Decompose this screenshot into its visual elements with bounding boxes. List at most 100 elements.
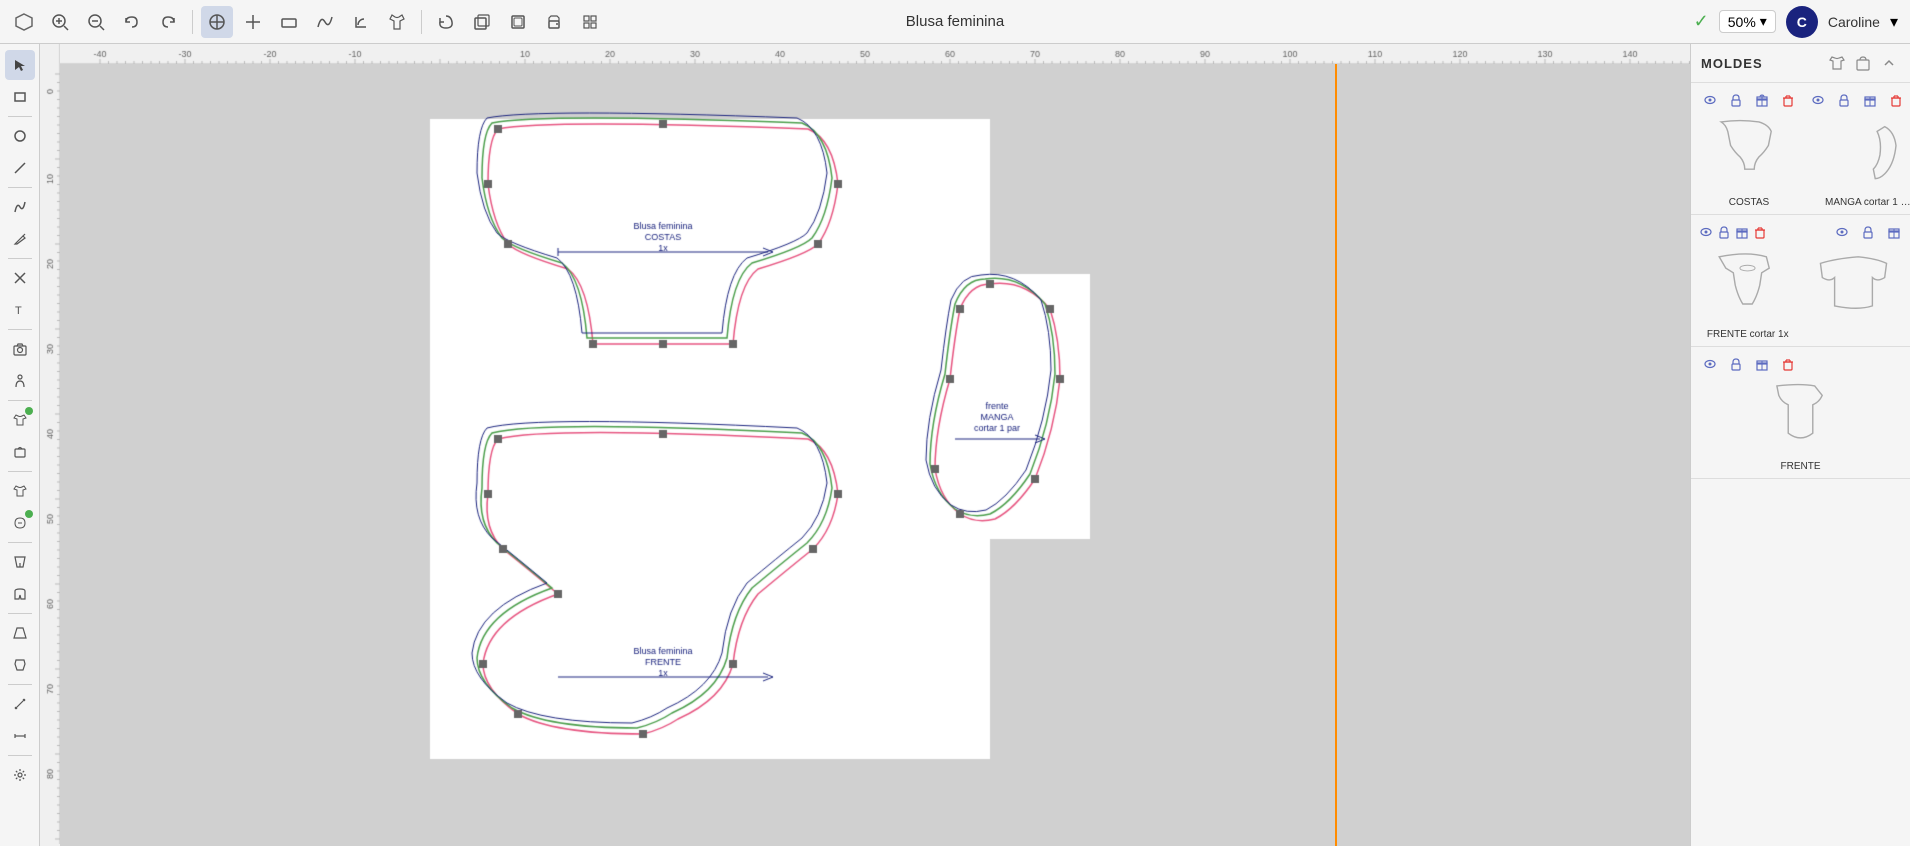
costas-lock-btn[interactable] [1725, 89, 1747, 111]
separator [8, 116, 32, 117]
print-button[interactable] [538, 6, 570, 38]
separator [8, 400, 32, 401]
shirt-overlay-button[interactable] [381, 6, 413, 38]
frente1-eye-btn[interactable] [1699, 221, 1713, 243]
manga-trash-btn[interactable] [1885, 89, 1907, 111]
add-point-button[interactable] [237, 6, 269, 38]
select-move-button[interactable] [201, 6, 233, 38]
manga-lock-btn[interactable] [1833, 89, 1855, 111]
mold-item-manga: T MANGA cortar 1 par [1807, 89, 1910, 208]
green-indicator2 [25, 510, 33, 518]
costas-label: COSTAS [1729, 197, 1769, 208]
header-right: ✓ 50% ▾ C Caroline ▾ [1694, 6, 1898, 38]
costas-gift-btn[interactable] [1751, 89, 1773, 111]
pointer-tool[interactable] [5, 50, 35, 80]
line-tool[interactable] [5, 153, 35, 183]
frente1b-eye-btn[interactable] [1831, 221, 1853, 243]
frente1-icons-row [1699, 221, 1902, 243]
frente2-trash-btn[interactable] [1777, 353, 1799, 375]
manga-preview-svg [1828, 115, 1910, 195]
pants1-tool[interactable] [5, 547, 35, 577]
user-avatar: C [1786, 6, 1818, 38]
pants2-tool[interactable] [5, 579, 35, 609]
right-panel: MOLDES [1690, 44, 1910, 846]
separator [8, 471, 32, 472]
main-drawing-canvas[interactable] [60, 64, 1690, 846]
separator [8, 258, 32, 259]
panel-header-icons [1826, 52, 1900, 74]
frente2-gift-btn[interactable] [1751, 353, 1773, 375]
manga-eye-btn[interactable] [1807, 89, 1829, 111]
frente1-lock-btn[interactable] [1717, 221, 1731, 243]
shirt-tool[interactable] [5, 476, 35, 506]
rotate-button[interactable] [430, 6, 462, 38]
mold-section-3: FRENTE [1691, 347, 1910, 479]
curve-draw-tool[interactable] [5, 192, 35, 222]
panel-header: MOLDES [1691, 44, 1910, 83]
frente1b-lock-btn[interactable] [1857, 221, 1879, 243]
zoom-out-button[interactable] [80, 6, 112, 38]
mold-item-frente1b [1805, 247, 1903, 329]
separator [8, 684, 32, 685]
green-indicator [25, 407, 33, 415]
frente2-eye-btn[interactable] [1699, 353, 1721, 375]
manga-label: MANGA cortar 1 par [1825, 197, 1910, 208]
mold-item-frente2: FRENTE [1699, 379, 1902, 472]
zoom-check-icon: ✓ [1694, 11, 1709, 32]
costas-icons-row [1699, 89, 1799, 111]
mold-item-frente1: FRENTE cortar 1x [1699, 247, 1797, 340]
circle-tool[interactable] [5, 121, 35, 151]
undo-button[interactable] [116, 6, 148, 38]
panel-collapse-icon[interactable] [1878, 52, 1900, 74]
cloth1-tool[interactable] [5, 405, 35, 435]
svg-text:T: T [15, 305, 22, 317]
grid-button[interactable] [574, 6, 606, 38]
document-title: Blusa feminina [906, 13, 1004, 30]
manga-preview [1828, 115, 1910, 195]
figure-tool[interactable] [5, 366, 35, 396]
mold-pair-3: FRENTE [1699, 379, 1902, 472]
cloth2-tool[interactable] [5, 437, 35, 467]
frente1b-gift-btn[interactable] [1883, 221, 1905, 243]
separator [8, 542, 32, 543]
user-dropdown-icon: ▾ [1890, 12, 1898, 32]
settings-tool[interactable] [5, 760, 35, 790]
canvas-area[interactable] [40, 44, 1690, 846]
text-tool[interactable]: T [5, 295, 35, 325]
redo-button[interactable] [152, 6, 184, 38]
app-logo-button[interactable] [8, 6, 40, 38]
camera-tool[interactable] [5, 334, 35, 364]
manga-gift-btn[interactable] [1859, 89, 1881, 111]
separator [8, 755, 32, 756]
eraser-button[interactable] [273, 6, 305, 38]
curve-button[interactable] [309, 6, 341, 38]
cross-tool[interactable] [5, 263, 35, 293]
costas-eye-btn[interactable] [1699, 89, 1721, 111]
costas-trash-btn[interactable] [1777, 89, 1799, 111]
measure2-tool[interactable] [5, 721, 35, 751]
pencil-tool[interactable] [5, 224, 35, 254]
panel-shirt-icon[interactable] [1826, 52, 1848, 74]
frente1-preview [1705, 247, 1790, 327]
frente2-preview [1758, 379, 1843, 459]
layers-button[interactable] [502, 6, 534, 38]
frente2-lock-btn[interactable] [1725, 353, 1747, 375]
frente1-trash-btn[interactable] [1753, 221, 1767, 243]
zoom-dropdown-icon: ▾ [1760, 13, 1767, 30]
zoom-control[interactable]: 50% ▾ [1719, 10, 1776, 33]
frente1b-preview [1811, 247, 1896, 327]
frente1-gift-btn[interactable] [1735, 221, 1749, 243]
panel-bag-icon[interactable] [1852, 52, 1874, 74]
zoom-in-button[interactable] [44, 6, 76, 38]
duplicate-button[interactable] [466, 6, 498, 38]
angle-button[interactable] [345, 6, 377, 38]
rectangle-tool[interactable] [5, 82, 35, 112]
shirt2-tool[interactable] [5, 508, 35, 538]
skirt2-tool[interactable] [5, 650, 35, 680]
mold-section-1: COSTAS [1691, 83, 1910, 215]
skirt1-tool[interactable] [5, 618, 35, 648]
frente2-label: FRENTE [1781, 461, 1821, 472]
ruler-vertical [40, 44, 60, 846]
mold-section-2: FRENTE cortar 1x [1691, 215, 1910, 347]
measure-tool[interactable] [5, 689, 35, 719]
